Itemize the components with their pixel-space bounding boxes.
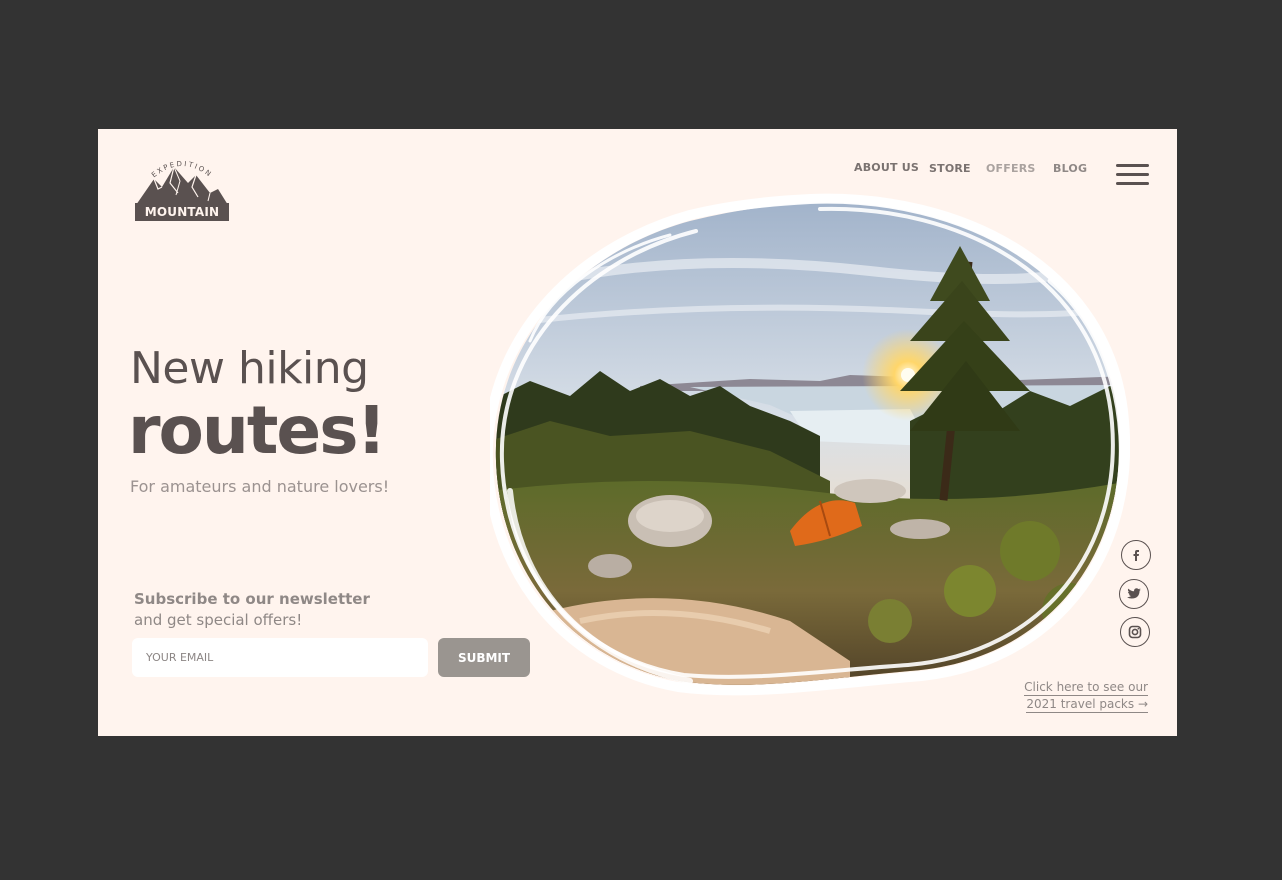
nav-about-us[interactable]: ABOUT US — [854, 161, 919, 174]
email-input[interactable] — [132, 638, 428, 677]
top-nav: ABOUT US STORE OFFERS BLOG — [98, 160, 1177, 180]
travel-packs-line2: 2021 travel packs → — [1026, 697, 1148, 713]
logo-wordmark: MOUNTAIN — [135, 203, 229, 221]
instagram-icon[interactable] — [1120, 617, 1150, 647]
hero-subtitle: For amateurs and nature lovers! — [130, 477, 390, 496]
hero-landscape-photo — [490, 193, 1130, 696]
hamburger-menu-icon[interactable] — [1116, 162, 1150, 188]
hero-title-line1: New hiking — [130, 343, 369, 394]
landing-page: EXPEDITION MOUNTAIN ABOUT US STORE OFFER… — [98, 129, 1177, 736]
nav-offers[interactable]: OFFERS — [986, 162, 1036, 175]
newsletter-title: Subscribe to our newsletter — [134, 590, 370, 608]
nav-store[interactable]: STORE — [929, 162, 971, 175]
travel-packs-link[interactable]: Click here to see our 2021 travel packs … — [998, 679, 1148, 713]
newsletter-subtitle: and get special offers! — [134, 611, 303, 629]
travel-packs-line1: Click here to see our — [1024, 680, 1148, 696]
nav-blog[interactable]: BLOG — [1053, 162, 1087, 175]
twitter-icon[interactable] — [1119, 579, 1149, 609]
hero-title-line2: routes! — [128, 392, 387, 469]
facebook-icon[interactable] — [1121, 540, 1151, 570]
